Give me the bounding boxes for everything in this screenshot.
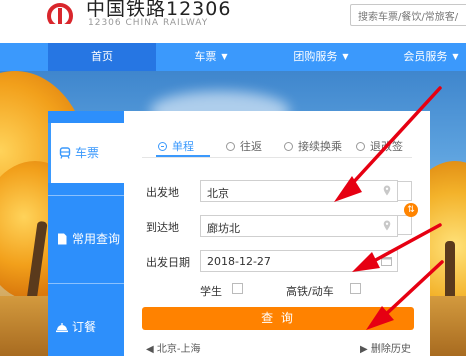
annotation-arrow-date [370,223,442,264]
annotation-arrow-query [382,260,444,318]
annotation-arrows [334,86,444,330]
annotation-arrow-from [348,86,442,188]
annotation-arrow-head [352,252,380,272]
